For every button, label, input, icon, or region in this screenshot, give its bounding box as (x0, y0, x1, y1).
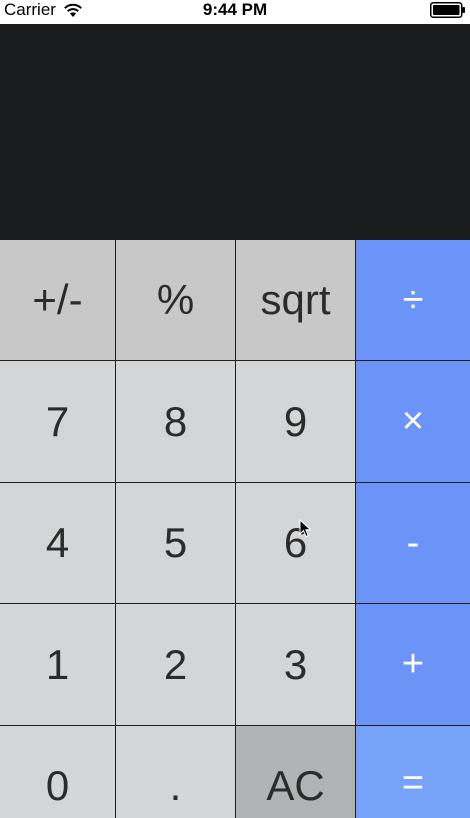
all-clear-button[interactable]: AC (236, 726, 355, 818)
keypad: +/-% sqrt ÷ 7 8 9 × 4 5 6- 1 2 3 +0. AC = (0, 240, 470, 818)
digit-3-button[interactable]: 3 (236, 604, 355, 725)
digit-1-button[interactable]: 1 (0, 604, 115, 725)
sign-toggle-button[interactable]: +/- (0, 240, 115, 360)
digit-9-button[interactable]: 9 (236, 361, 355, 482)
digit-7-button[interactable]: 7 (0, 361, 115, 482)
battery-full-icon (430, 2, 465, 18)
decimal-button[interactable]: . (116, 726, 235, 818)
add-button[interactable]: + (356, 604, 470, 725)
digit-4-button[interactable]: 4 (0, 483, 115, 603)
status-bar: Carrier 9:44 PM (0, 0, 470, 24)
equals-button[interactable]: = (356, 726, 470, 818)
subtract-button[interactable]: - (356, 483, 470, 603)
percent-button[interactable]: % (116, 240, 235, 360)
digit-6-button[interactable]: 6 (236, 483, 355, 603)
digit-8-button[interactable]: 8 (116, 361, 235, 482)
sqrt-button[interactable]: sqrt (236, 240, 355, 360)
digit-0-button[interactable]: 0 (0, 726, 115, 818)
divide-button[interactable]: ÷ (356, 240, 470, 360)
calculator-display (0, 24, 470, 240)
digit-2-button[interactable]: 2 (116, 604, 235, 725)
multiply-button[interactable]: × (356, 361, 470, 482)
calculator-screen: Carrier 9:44 PM +/-% sqrt ÷ 7 8 9 × 4 5 6- 1 2 3 +0. A… (0, 0, 470, 818)
status-time: 9:44 PM (202, 0, 268, 19)
digit-5-button[interactable]: 5 (116, 483, 235, 603)
